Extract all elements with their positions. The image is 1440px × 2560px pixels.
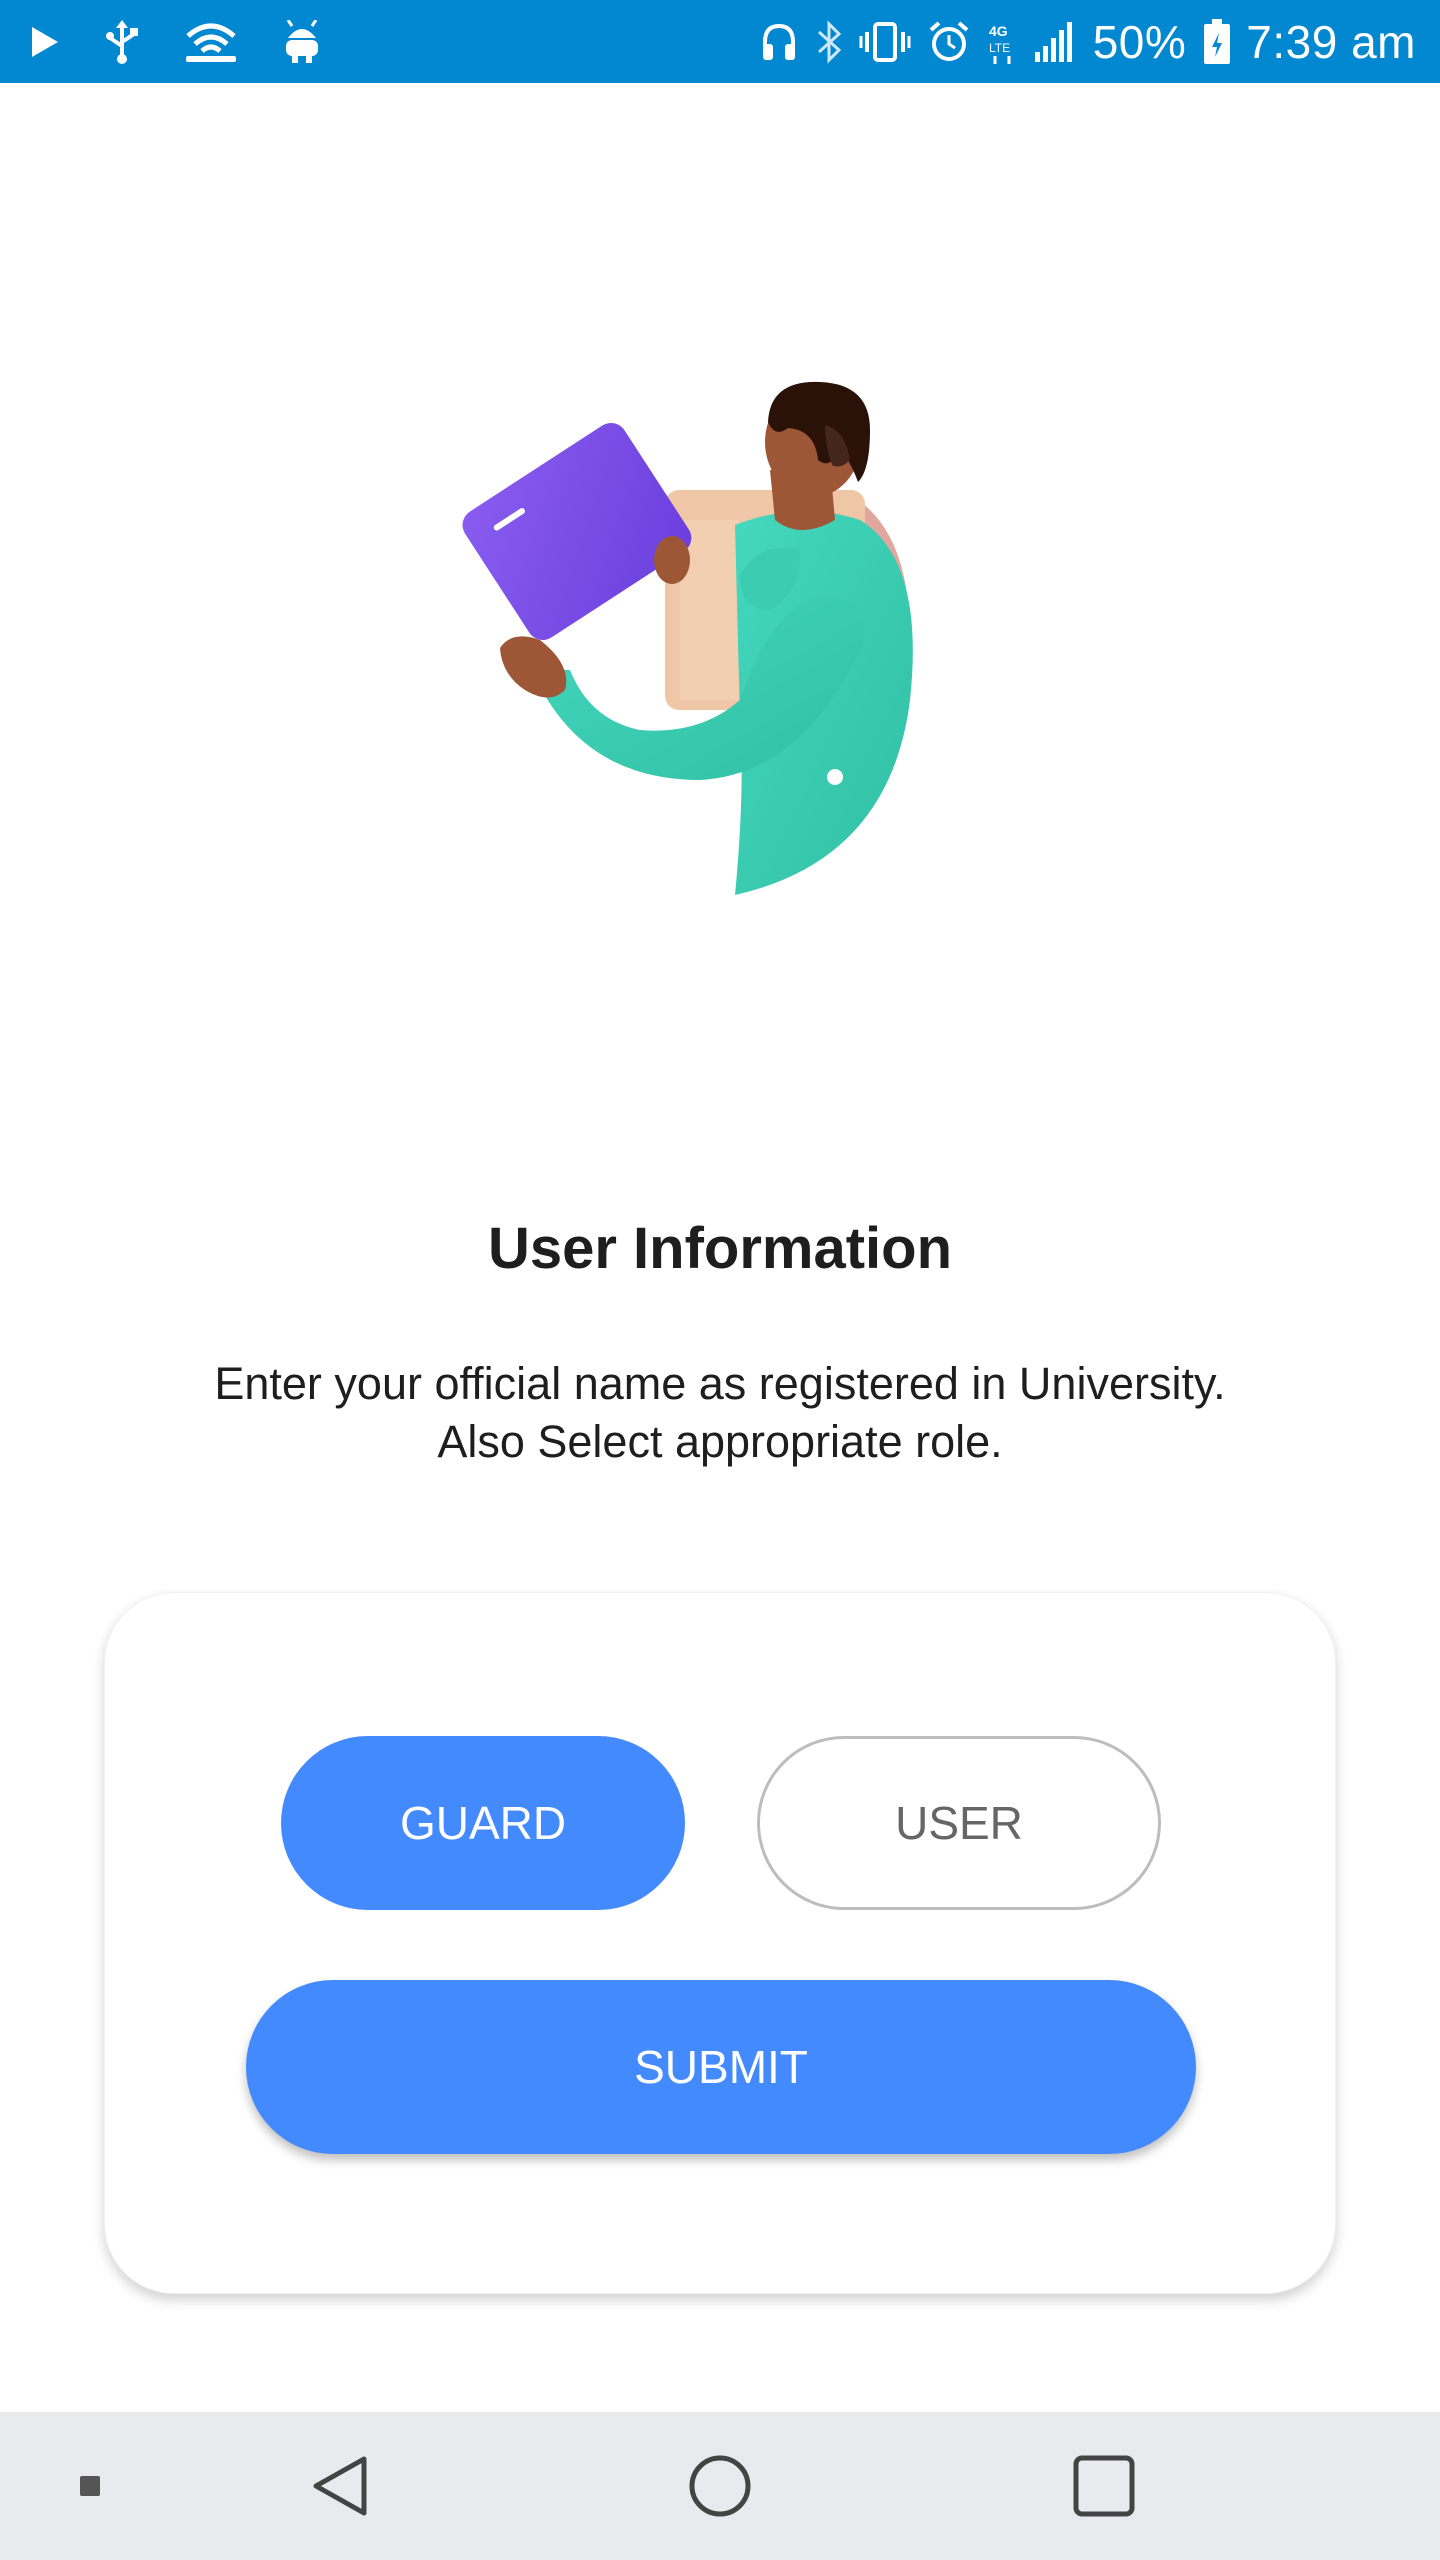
status-bar-right: 4G LTE 50% 7:39 am	[743, 15, 1416, 69]
signal-icon	[1033, 20, 1079, 64]
wifi-icon	[184, 20, 238, 64]
user-illustration	[440, 370, 1000, 910]
4g-lte-icon: 4G LTE	[987, 20, 1017, 64]
role-selection-card: GUARD USER SUBMIT	[104, 1592, 1336, 2294]
description-line-2: Also Select appropriate role.	[437, 1416, 1003, 1467]
battery-percent: 50%	[1092, 15, 1187, 68]
recent-dot-icon[interactable]	[60, 2412, 120, 2560]
overview-icon[interactable]	[1054, 2412, 1154, 2560]
svg-text:LTE: LTE	[989, 41, 1010, 55]
play-icon	[30, 25, 60, 59]
clock: 7:39 am	[1246, 15, 1416, 68]
back-icon[interactable]	[290, 2412, 390, 2560]
svg-text:4G: 4G	[989, 23, 1008, 39]
status-bar: 4G LTE 50% 7:39 am	[0, 0, 1440, 83]
android-debug-icon	[282, 19, 322, 64]
bluetooth-icon	[815, 19, 843, 64]
battery-icon	[1202, 18, 1232, 65]
description-line-1: Enter your official name as registered i…	[214, 1358, 1226, 1409]
home-icon[interactable]	[670, 2412, 770, 2560]
page-title: User Information	[487, 1216, 953, 1281]
vibrate-icon	[859, 20, 911, 64]
status-bar-left	[30, 19, 366, 64]
page-description: Enter your official name as registered i…	[0, 1355, 1440, 1471]
navigation-bar	[0, 2412, 1440, 2560]
guard-role-button[interactable]: GUARD	[281, 1736, 685, 1910]
submit-button[interactable]: SUBMIT	[246, 1980, 1196, 2154]
usb-icon	[104, 19, 140, 64]
headphones-icon	[759, 22, 799, 62]
alarm-icon	[927, 20, 971, 64]
user-role-button[interactable]: USER	[757, 1736, 1161, 1910]
